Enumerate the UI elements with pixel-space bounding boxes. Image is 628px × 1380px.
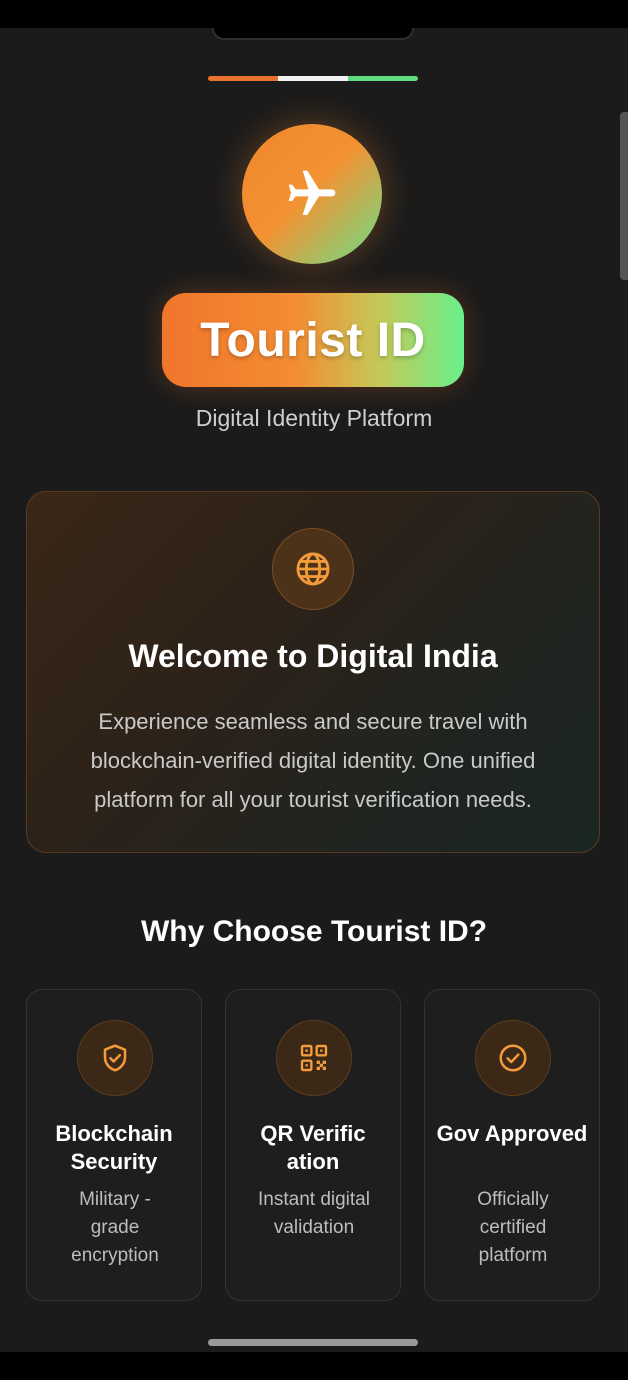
home-indicator[interactable] <box>208 1339 418 1346</box>
feature-card-qr[interactable]: QR Verific ation Instant digital validat… <box>225 989 401 1301</box>
feature-title: Blockchain Security <box>55 1121 173 1174</box>
feature-card-gov[interactable]: Gov Approved Officially certified platfo… <box>424 989 600 1301</box>
globe-badge <box>272 528 354 610</box>
feature-description: Military -grade encryption <box>71 1189 159 1266</box>
camera-notch <box>212 28 414 40</box>
feature-title: Gov Approved <box>436 1121 588 1146</box>
brand-title: Tourist ID <box>200 313 426 367</box>
check-circle-icon <box>499 1044 527 1072</box>
feature-title: QR Verific ation <box>260 1121 366 1174</box>
shield-check-icon <box>103 1044 127 1072</box>
welcome-description: Experience seamless and secure travel wi… <box>90 709 536 812</box>
airplane-icon <box>288 170 336 215</box>
brand-badge: Tourist ID <box>162 293 464 387</box>
tricolor-bar <box>208 76 418 81</box>
feature-description: Officially certified platform <box>477 1189 549 1266</box>
feature-icon-badge <box>475 1020 551 1096</box>
welcome-title: Welcome to Digital India <box>128 638 498 674</box>
feature-icon-badge <box>77 1020 153 1096</box>
scrollbar[interactable] <box>620 112 628 280</box>
qr-code-icon <box>300 1044 328 1072</box>
globe-icon <box>296 552 330 586</box>
app-logo <box>242 124 382 264</box>
feature-description: Instant digital validation <box>258 1189 370 1238</box>
feature-card-blockchain[interactable]: Blockchain Security Military -grade encr… <box>26 989 202 1301</box>
welcome-card: Welcome to Digital India Experience seam… <box>26 491 600 853</box>
features-heading: Why Choose Tourist ID? <box>140 915 488 948</box>
tagline: Digital Identity Platform <box>195 405 433 431</box>
features-grid: Blockchain Security Military -grade encr… <box>26 989 600 1301</box>
app-screen: Tourist ID Digital Identity Platform Wel… <box>0 28 628 1352</box>
feature-icon-badge <box>276 1020 352 1096</box>
